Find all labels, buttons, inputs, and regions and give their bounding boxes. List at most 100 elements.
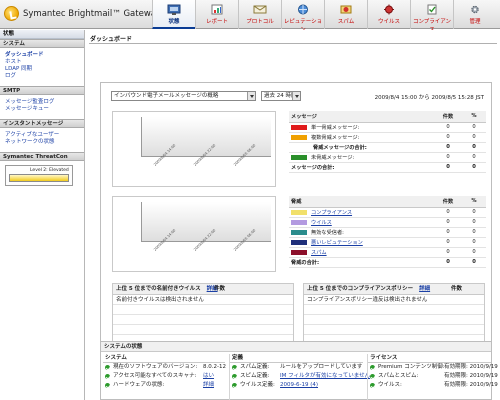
- system-status-title: システムの状態: [101, 342, 491, 352]
- top-compliance-details-link[interactable]: 詳細: [419, 286, 430, 292]
- sidebar-item-hosts[interactable]: ホスト: [5, 59, 81, 66]
- status-value: 8.0.2-12: [203, 364, 226, 370]
- row-count: 0: [434, 237, 460, 248]
- tab-administration[interactable]: 管理: [453, 0, 496, 29]
- row-label: 脅威の合計:: [289, 257, 434, 268]
- threat-link-compliance[interactable]: コンプライアンス: [311, 210, 352, 216]
- legend-swatch: [291, 229, 307, 235]
- status-value: 有効期限: 2010/9/19: [444, 382, 498, 388]
- status-label: ハードウェアの状態:: [113, 382, 165, 388]
- row-label: 複数脅威メッセージ:: [311, 134, 360, 141]
- sidebar-title: 状態: [0, 30, 84, 39]
- row-percent: 0: [460, 227, 486, 238]
- tab-protocols[interactable]: プロトコル: [238, 0, 281, 29]
- row-percent: 0: [460, 142, 486, 153]
- table-row-total: 脅威メッセージの合計: 0 0: [289, 142, 486, 153]
- message-type-select[interactable]: インバウンド電子メールメッセージの概略: [111, 91, 256, 101]
- tab-virus-label: ウイルス: [377, 19, 400, 25]
- virus-icon: [384, 4, 394, 15]
- row-label: メッセージの合計:: [289, 162, 434, 173]
- threatcon-level-bar: [9, 174, 69, 182]
- tab-protocols-label: プロトコル: [246, 19, 274, 25]
- table-row: 複数脅威メッセージ: 0 0: [289, 132, 486, 143]
- hardware-details-link[interactable]: 詳細: [203, 381, 214, 390]
- status-value: ルールをアップロードしています: [280, 364, 363, 370]
- row-percent: 0: [460, 247, 486, 258]
- row-count: 0: [434, 132, 460, 143]
- check-ok-icon: [105, 365, 110, 370]
- table-row-total: 脅威の合計: 0 0: [289, 257, 486, 268]
- legend-swatch: [291, 124, 307, 130]
- tab-reports-label: レポート: [205, 19, 228, 25]
- tab-compliance[interactable]: コンプライアンス: [410, 0, 453, 33]
- tab-administration-label: 管理: [469, 19, 481, 25]
- legend-swatch: [291, 249, 307, 255]
- status-row: スピム定義: IM フィルタが有効になっていません: [230, 372, 370, 381]
- status-row: スパムとスピム: 有効期限: 2010/9/19: [368, 372, 498, 381]
- status-row: 現在のソフトウェアのバージョン: 8.0.2-12: [103, 363, 226, 372]
- scanners-link[interactable]: はい: [203, 372, 214, 381]
- chevron-down-icon: [292, 92, 300, 100]
- threat-link-virus[interactable]: ウイルス: [311, 220, 332, 226]
- row-count: 0: [434, 207, 460, 218]
- table-row: スパム 0 0: [289, 247, 486, 258]
- tab-spam[interactable]: スパム: [324, 0, 367, 29]
- date-range: 2009/8/4 15:00 から 2009/8/5 15:28 JST: [374, 95, 484, 101]
- threat-link-spam[interactable]: スパム: [311, 250, 327, 256]
- licenses-column: ライセンス Premium コンテンツ制御: 有効期限: 2010/9/19 スパ…: [367, 354, 498, 400]
- tab-reputation[interactable]: レピュテーション: [281, 0, 324, 33]
- status-value: 有効期限: 2010/9/19: [444, 373, 498, 379]
- row-percent: 0: [460, 217, 486, 228]
- tab-status[interactable]: 状態: [152, 0, 195, 29]
- table-row: 単一脅威メッセージ: 0 0: [289, 122, 486, 133]
- status-label: ウイルス:: [378, 382, 402, 388]
- system-header: システム: [103, 354, 225, 363]
- sidebar-section-threatcon: Symantec ThreatCon: [0, 152, 84, 161]
- title-divider: [89, 43, 497, 44]
- compliance-icon: [427, 4, 437, 15]
- count-header: 件数: [213, 286, 225, 292]
- row-count: 0: [434, 162, 460, 173]
- sidebar-item-network-status[interactable]: ネットワークの状態: [5, 139, 81, 146]
- status-label: ウイルス定義:: [240, 382, 275, 388]
- threatcon-level-label: Level 2: Elevated: [30, 168, 69, 173]
- table-row: コンプライアンス 0 0: [289, 207, 486, 218]
- sidebar-item-logs[interactable]: ログ: [5, 73, 81, 80]
- status-label: スパム定義:: [240, 364, 270, 370]
- tab-virus[interactable]: ウイルス: [367, 0, 410, 29]
- definitions-column: 定義 スパム定義: ルールをアップロードしています スピム定義: IM フィルタが有…: [229, 354, 370, 400]
- sidebar-item-message-queues[interactable]: メッセージキュー: [5, 106, 81, 113]
- check-ok-icon: [370, 365, 375, 370]
- product-name: Symantec Brightmail™ Gateway: [23, 9, 162, 19]
- protocols-icon: [253, 5, 267, 14]
- threat-link-bad-reputation[interactable]: 悪いレピュテーション: [311, 240, 363, 246]
- sidebar-item-message-audit-logs[interactable]: メッセージ監査ログ: [5, 99, 81, 106]
- count-header: 件数: [434, 111, 460, 123]
- status-row: ウイルス定義: 2009-6-19 (4): [230, 381, 363, 390]
- sidebar-item-ldap-sync[interactable]: LDAP 同期: [5, 66, 81, 73]
- check-ok-icon: [370, 374, 375, 379]
- legend-swatch: [291, 239, 307, 245]
- threatcon-meter: Level 2: Elevated: [5, 165, 73, 186]
- status-icon: [167, 4, 181, 15]
- sidebar-item-active-users[interactable]: アクティブなユーザー: [5, 132, 81, 139]
- list-item: コンプライアンスポリシー違反は検出されません: [304, 295, 484, 305]
- tab-reports[interactable]: レポート: [195, 0, 238, 29]
- list-item: 名前付きウイルスは検出されません: [113, 295, 293, 305]
- sidebar-item-dashboard[interactable]: ダッシュボード: [5, 52, 81, 59]
- count-header: 件数: [450, 286, 462, 292]
- threat-table: 脅威 件数 % コンプライアンス 0 0 ウイルス 0 0 無効な受信者: 0 …: [289, 196, 486, 268]
- threats-chart: 2009/8/04 14:00 2009/8/04 22:00 2009/8/0…: [112, 196, 276, 272]
- list-item: [113, 315, 293, 325]
- spim-filter-link[interactable]: IM フィルタが有効になっていません: [280, 372, 370, 381]
- virus-definitions-link[interactable]: 2009-6-19 (4): [280, 381, 318, 390]
- system-column: システム 現在のソフトウェアのバージョン: 8.0.2-12 アクセス可能なすべて…: [103, 354, 226, 400]
- count-header: 件数: [434, 196, 460, 208]
- check-ok-icon: [105, 374, 110, 379]
- top-viruses-title: 上位 5 位までの名前付きウイルス: [116, 286, 201, 292]
- period-select[interactable]: 過去 24 時間: [261, 91, 301, 101]
- top-compliance-title: 上位 5 位までのコンプライアンスポリシー: [307, 286, 414, 292]
- message-type-value: インバウンド電子メールメッセージの概略: [114, 93, 219, 99]
- definitions-header: 定義: [230, 354, 363, 363]
- list-item: [304, 305, 484, 315]
